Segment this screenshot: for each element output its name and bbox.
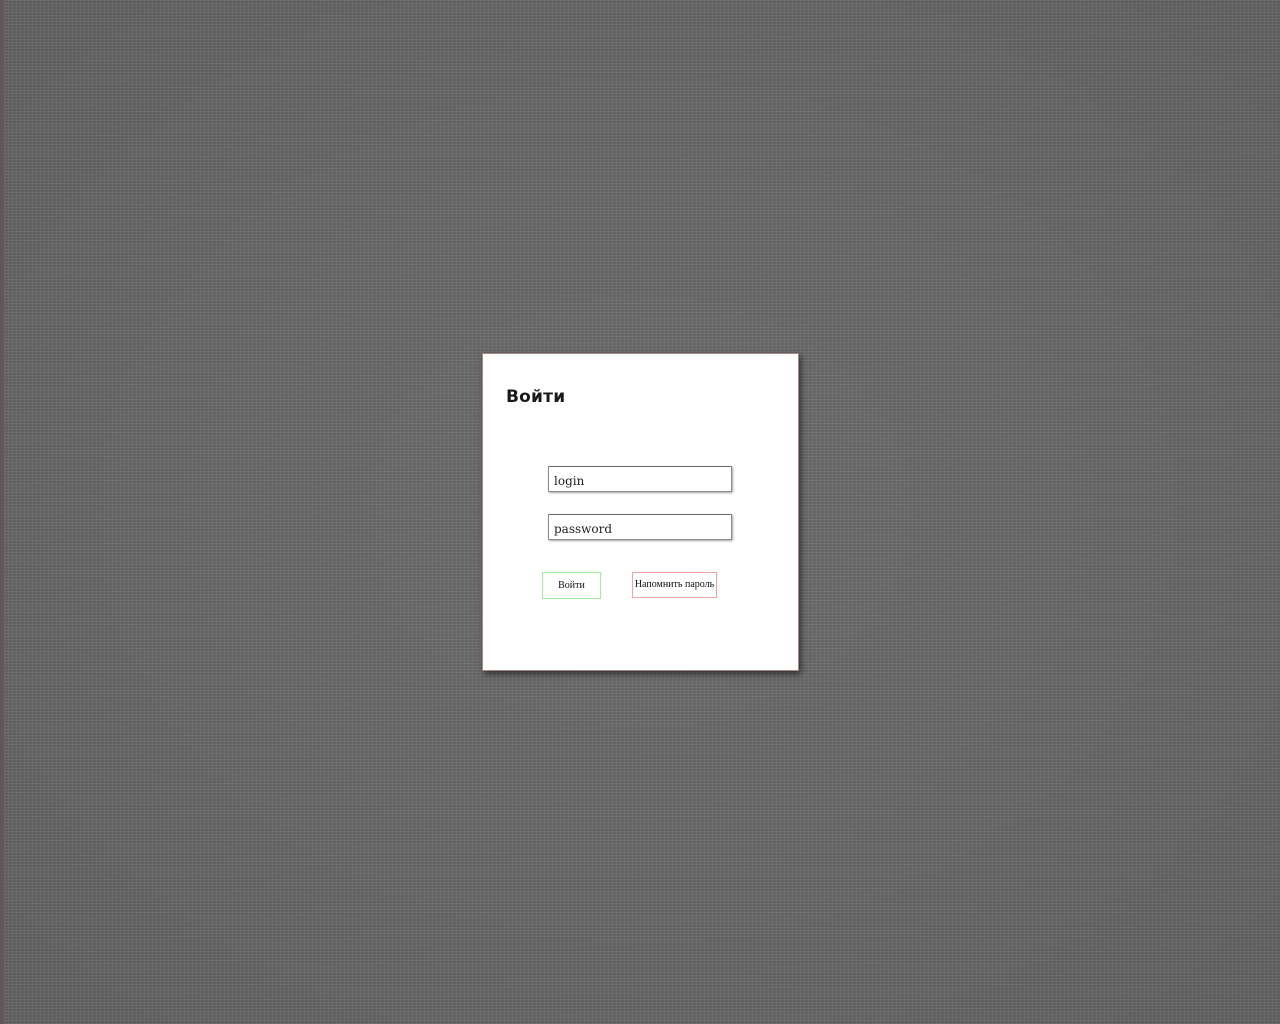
remind-password-button[interactable]: Напомнить пароль bbox=[632, 572, 717, 598]
login-input[interactable] bbox=[548, 466, 732, 492]
password-input[interactable] bbox=[548, 514, 732, 540]
login-button[interactable]: Войти bbox=[542, 572, 601, 599]
login-panel: Войти Войти Напомнить пароль bbox=[482, 353, 799, 671]
login-title: Войти bbox=[506, 387, 566, 407]
